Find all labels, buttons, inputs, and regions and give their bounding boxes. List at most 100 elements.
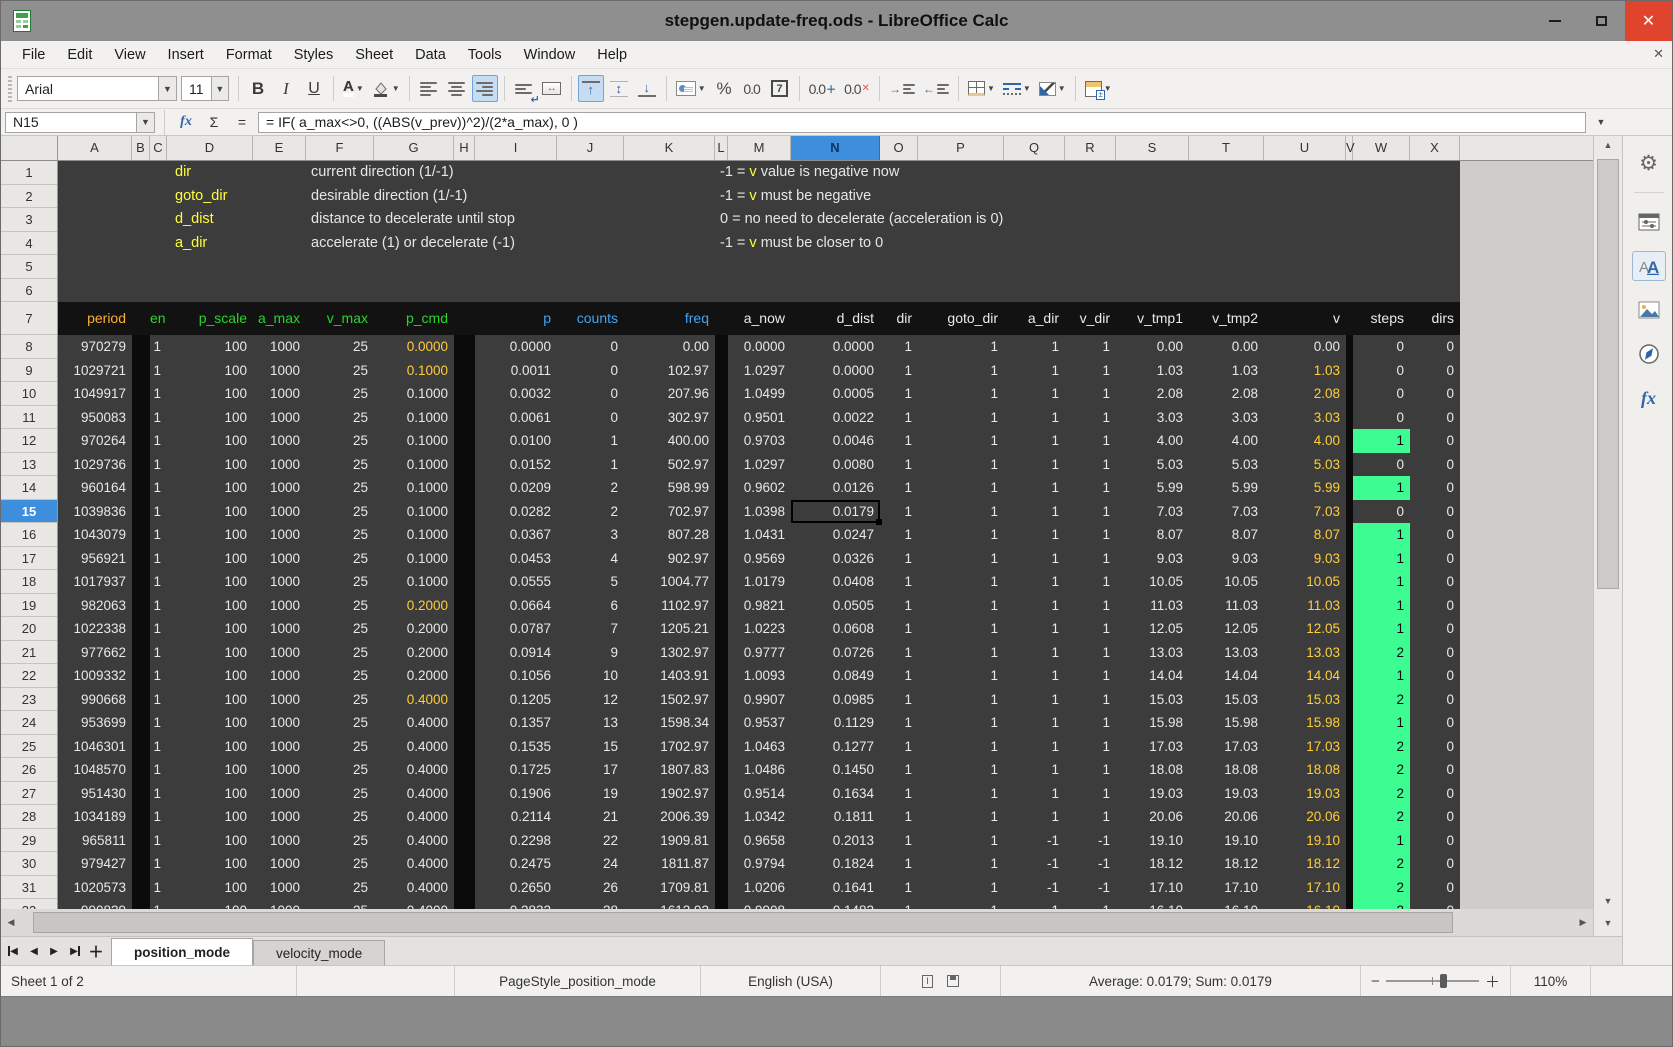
cell-M18[interactable]: 1.0179 [728,570,791,594]
cell-L32[interactable] [715,899,728,909]
cell-X29[interactable]: 0 [1410,829,1460,853]
cell-R31[interactable]: -1 [1065,876,1116,900]
cell-T30[interactable]: 18.12 [1189,852,1264,876]
cell-S24[interactable]: 15.98 [1116,711,1189,735]
cell-V14[interactable] [1346,476,1353,500]
cell-P25[interactable]: 1 [918,735,1004,759]
cell-D11[interactable]: 100 [167,406,253,430]
cell-R8[interactable]: 1 [1065,335,1116,359]
cell-R23[interactable]: 1 [1065,688,1116,712]
cell-F18[interactable]: 25 [306,570,374,594]
cell-B17[interactable] [132,546,150,570]
cell-C30[interactable]: 1 [150,852,167,876]
column-header-R[interactable]: R [1065,136,1116,160]
cell-G19[interactable]: 0.2000 [374,594,454,618]
cell-W30[interactable]: 2 [1353,852,1410,876]
cell-K26[interactable]: 1807.83 [624,758,715,782]
cell-G8[interactable]: 0.0000 [374,335,454,359]
cell-X23[interactable]: 0 [1410,688,1460,712]
zoom-out-button[interactable]: − [1371,973,1380,990]
sidebar-styles-button[interactable]: AA [1631,251,1666,281]
cell-Q17[interactable]: 1 [1004,547,1065,571]
cell-R25[interactable]: 1 [1065,735,1116,759]
cell-L18[interactable] [715,570,728,594]
cell-T23[interactable]: 15.03 [1189,688,1264,712]
cell-G20[interactable]: 0.2000 [374,617,454,641]
row-header-30[interactable]: 30 [1,852,57,876]
cell-W7[interactable]: steps [1353,302,1410,335]
cell-E13[interactable]: 1000 [253,453,306,477]
cell-E24[interactable]: 1000 [253,711,306,735]
cell-E22[interactable]: 1000 [253,664,306,688]
cell-J10[interactable]: 0 [557,382,624,406]
cell-L10[interactable] [715,382,728,406]
cell-H11[interactable] [454,405,475,429]
cell-J31[interactable]: 26 [557,876,624,900]
add-sheet-button[interactable]: ＋ [85,941,107,962]
cell-W14[interactable]: 1 [1353,476,1410,500]
row-header-7[interactable]: 7 [1,302,57,335]
cell-P28[interactable]: 1 [918,805,1004,829]
cell-E9[interactable]: 1000 [253,359,306,383]
cell-E14[interactable]: 1000 [253,476,306,500]
cell-J30[interactable]: 24 [557,852,624,876]
chevron-down-icon[interactable]: ▼ [356,84,364,93]
cell-S25[interactable]: 17.03 [1116,735,1189,759]
cell-S19[interactable]: 11.03 [1116,594,1189,618]
cell-O16[interactable]: 1 [880,523,918,547]
cell-X26[interactable]: 0 [1410,758,1460,782]
cell-R13[interactable]: 1 [1065,453,1116,477]
cell-K9[interactable]: 102.97 [624,359,715,383]
cell-U15[interactable]: 7.03 [1264,500,1346,524]
cell-I23[interactable]: 0.1205 [475,688,557,712]
page-style-status[interactable]: PageStyle_position_mode [455,966,701,996]
cell-B11[interactable] [132,405,150,429]
cell-L12[interactable] [715,429,728,453]
cell-U31[interactable]: 17.10 [1264,876,1346,900]
row-header-28[interactable]: 28 [1,805,57,829]
cell-P26[interactable]: 1 [918,758,1004,782]
sidebar-navigator-button[interactable] [1632,339,1666,369]
cell-A22[interactable]: 1009332 [58,664,132,688]
cell-W21[interactable]: 2 [1353,640,1410,664]
column-header-A[interactable]: A [58,136,132,160]
cell-A7[interactable]: period [58,302,132,335]
cell-I24[interactable]: 0.1357 [475,711,557,735]
cell-W18[interactable]: 1 [1353,570,1410,594]
cell-A32[interactable]: 990829 [58,899,132,909]
cell-V17[interactable] [1346,546,1353,570]
cell-M23[interactable]: 0.9907 [728,688,791,712]
cell-O13[interactable]: 1 [880,453,918,477]
cell-P13[interactable]: 1 [918,453,1004,477]
cell-F30[interactable]: 25 [306,852,374,876]
cell-D16[interactable]: 100 [167,523,253,547]
cell-H18[interactable] [454,570,475,594]
cell-Q22[interactable]: 1 [1004,664,1065,688]
cell-T31[interactable]: 17.10 [1189,876,1264,900]
cell-F24[interactable]: 25 [306,711,374,735]
menu-insert[interactable]: Insert [157,44,215,66]
cell-O9[interactable]: 1 [880,359,918,383]
cell-A25[interactable]: 1046301 [58,735,132,759]
cell-S27[interactable]: 19.03 [1116,782,1189,806]
menu-help[interactable]: Help [586,44,638,66]
cell-P9[interactable]: 1 [918,359,1004,383]
cell-A11[interactable]: 950083 [58,406,132,430]
cell-Q32[interactable]: -1 [1004,899,1065,909]
cell-H9[interactable] [454,358,475,382]
cell-L22[interactable] [715,664,728,688]
column-header-D[interactable]: D [167,136,253,160]
cell-K21[interactable]: 1302.97 [624,641,715,665]
cell-C26[interactable]: 1 [150,758,167,782]
cell-C11[interactable]: 1 [150,406,167,430]
cell-E23[interactable]: 1000 [253,688,306,712]
column-header-U[interactable]: U [1264,136,1346,160]
cell-V8[interactable] [1346,335,1353,359]
cell-F10[interactable]: 25 [306,382,374,406]
cell-B31[interactable] [132,875,150,899]
align-right-button[interactable] [471,75,498,102]
cell-P11[interactable]: 1 [918,406,1004,430]
cell-K24[interactable]: 1598.34 [624,711,715,735]
cell-R15[interactable]: 1 [1065,500,1116,524]
cell-K27[interactable]: 1902.97 [624,782,715,806]
